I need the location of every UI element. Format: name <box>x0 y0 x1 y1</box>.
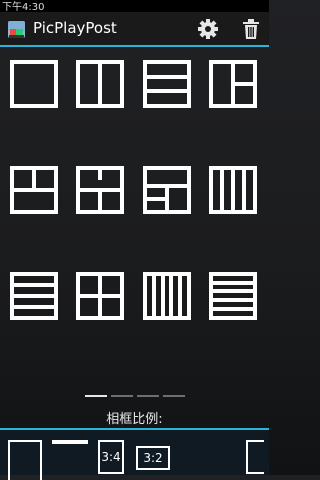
status-bar: 下午4:30 <box>0 0 269 13</box>
ratio-bar-divider <box>0 428 269 430</box>
delete-button[interactable] <box>240 18 262 40</box>
layout-two-vertical[interactable] <box>76 60 124 108</box>
ratio-option-2[interactable] <box>52 440 88 444</box>
ratio-option-3-2[interactable]: 3:2 <box>136 446 170 470</box>
layout-single[interactable] <box>10 60 58 108</box>
page-dot-4 <box>163 395 185 397</box>
settings-button[interactable] <box>197 18 219 40</box>
app-title: PicPlayPost <box>33 19 117 37</box>
page-dot-2 <box>111 395 133 397</box>
page-indicator <box>0 395 269 399</box>
page-dot-3 <box>137 395 159 397</box>
layout-six-horizontal[interactable] <box>209 272 257 320</box>
layout-big-left[interactable] <box>10 166 58 214</box>
action-bar: PicPlayPost <box>0 12 269 45</box>
ratio-option-5[interactable] <box>246 440 264 474</box>
frame-ratio-label: 相框比例: <box>106 412 163 427</box>
action-bar-divider <box>0 45 269 47</box>
layout-mixed-right[interactable] <box>209 60 257 108</box>
layout-five-horizontal[interactable] <box>10 272 58 320</box>
gear-icon <box>198 19 218 39</box>
layout-five-vertical[interactable] <box>143 272 191 320</box>
layout-top-split[interactable] <box>76 166 124 214</box>
ratio-option-3-4[interactable]: 3:4 <box>98 440 124 474</box>
layout-four-vertical[interactable] <box>209 166 257 214</box>
app-logo-icon <box>8 21 25 38</box>
layout-four-grid[interactable] <box>76 272 124 320</box>
layout-left-big[interactable] <box>143 166 191 214</box>
layout-three-horizontal[interactable] <box>143 60 191 108</box>
trash-icon <box>243 19 259 39</box>
page-dot-1 <box>85 395 107 397</box>
ratio-option-1[interactable] <box>8 440 42 480</box>
